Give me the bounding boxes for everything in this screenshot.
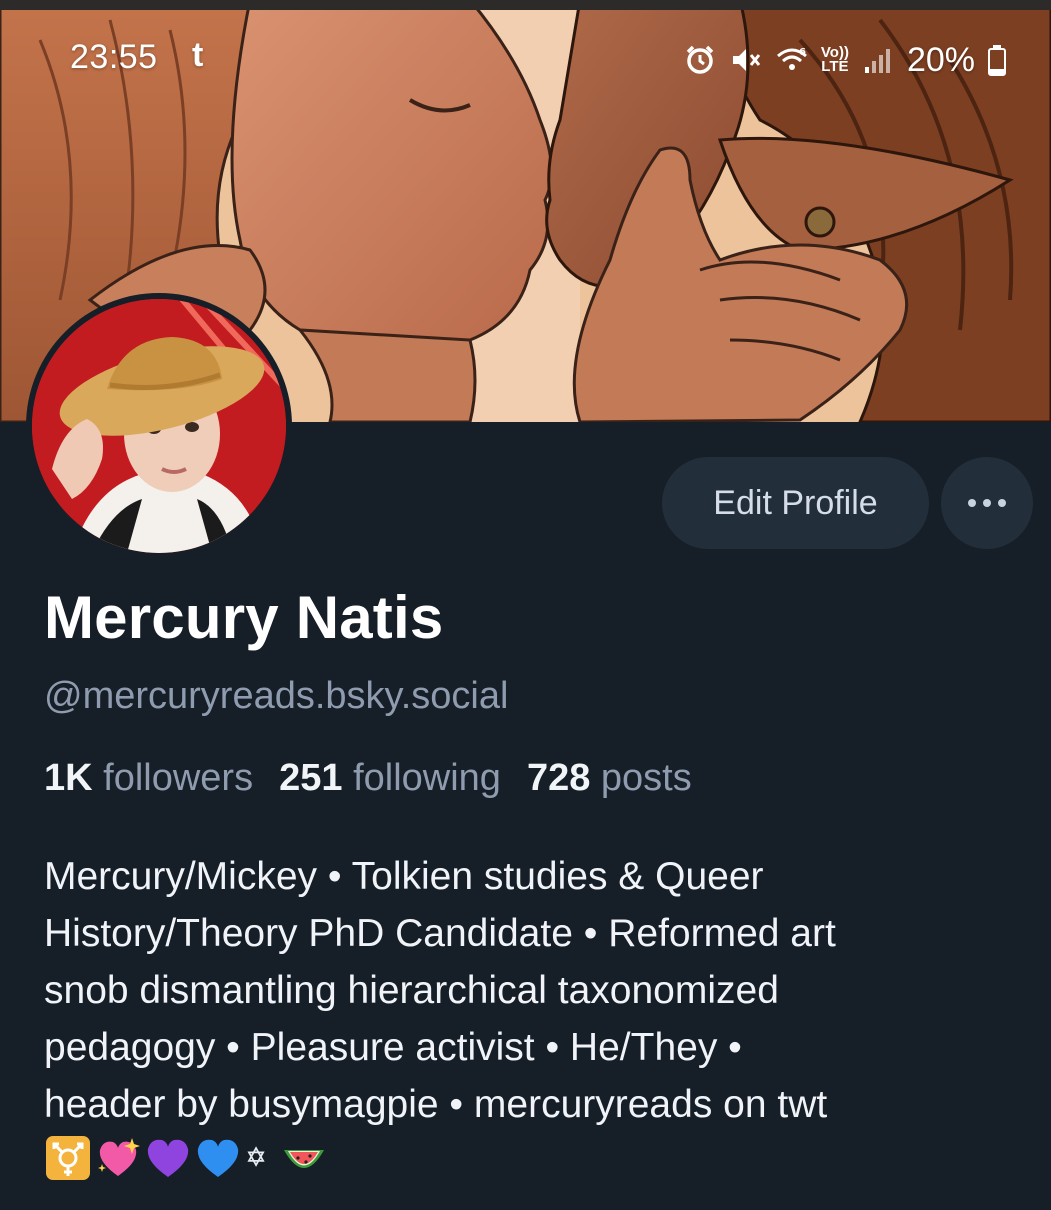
bio-line: pedagogy • Pleasure activist • He/They • — [44, 1026, 742, 1069]
posts-stat: 728 posts — [527, 757, 692, 800]
following-stat[interactable]: 251 following — [279, 757, 501, 800]
bio-emoji-row — [44, 1133, 328, 1183]
more-options-button[interactable] — [941, 457, 1033, 549]
status-time: 23:55 — [70, 38, 158, 76]
bio-line: Mercury/Mickey • Tolkien studies & Queer — [44, 855, 764, 898]
avatar-photo — [32, 299, 286, 553]
user-handle: @mercuryreads.bsky.social — [44, 675, 509, 717]
followers-count: 1K — [44, 757, 93, 799]
profile-bio: Mercury/Mickey • Tolkien studies & Queer… — [44, 848, 1024, 1133]
bio-line: History/Theory PhD Candidate • Reformed … — [44, 912, 836, 955]
posts-count: 728 — [526, 757, 591, 799]
status-icons: 6 Vo)) LTE 20% — [683, 38, 1007, 82]
battery-percent: 20% — [906, 40, 975, 79]
following-count: 251 — [279, 757, 343, 799]
wifi-6-icon: 6 — [776, 47, 807, 70]
lte-label: LTE — [821, 58, 849, 75]
edit-profile-button[interactable]: Edit Profile — [662, 457, 929, 549]
posts-label: posts — [600, 757, 692, 799]
profile-avatar[interactable] — [26, 293, 292, 559]
svg-text:6: 6 — [799, 47, 806, 58]
sparkling-heart-emoji — [98, 1138, 140, 1176]
star-of-david-emoji — [247, 1146, 265, 1167]
avatar-illustration — [32, 299, 286, 553]
followers-label: followers — [103, 757, 254, 799]
signal-icon — [864, 49, 890, 73]
display-name: Mercury Natis — [44, 584, 444, 651]
followers-stat[interactable]: 1K followers — [44, 757, 253, 800]
battery-icon — [988, 45, 1006, 76]
ellipsis-icon — [968, 499, 1006, 507]
alarm-icon — [686, 45, 714, 74]
bio-line: header by busymagpie • mercuryreads on t… — [44, 1083, 828, 1126]
following-label: following — [353, 757, 501, 799]
blue-heart-emoji — [197, 1139, 239, 1177]
status-bar: 23:55 t 6 Vo)) LTE 20% — [0, 0, 1051, 120]
profile-stats: 1K followers 251 following 728 posts — [44, 757, 718, 800]
volte-icon: Vo)) LTE — [821, 45, 849, 75]
bio-line: snob dismantling hierarchical taxonomize… — [44, 969, 779, 1012]
purple-heart-emoji — [147, 1139, 189, 1177]
mute-icon — [732, 49, 761, 71]
tumblr-notification-icon: t — [192, 36, 204, 74]
profile-screen: 23:55 t 6 Vo)) LTE 20% Edit Profile Merc… — [0, 0, 1051, 1210]
watermelon-emoji — [284, 1150, 324, 1168]
transgender-symbol-emoji — [46, 1136, 90, 1180]
